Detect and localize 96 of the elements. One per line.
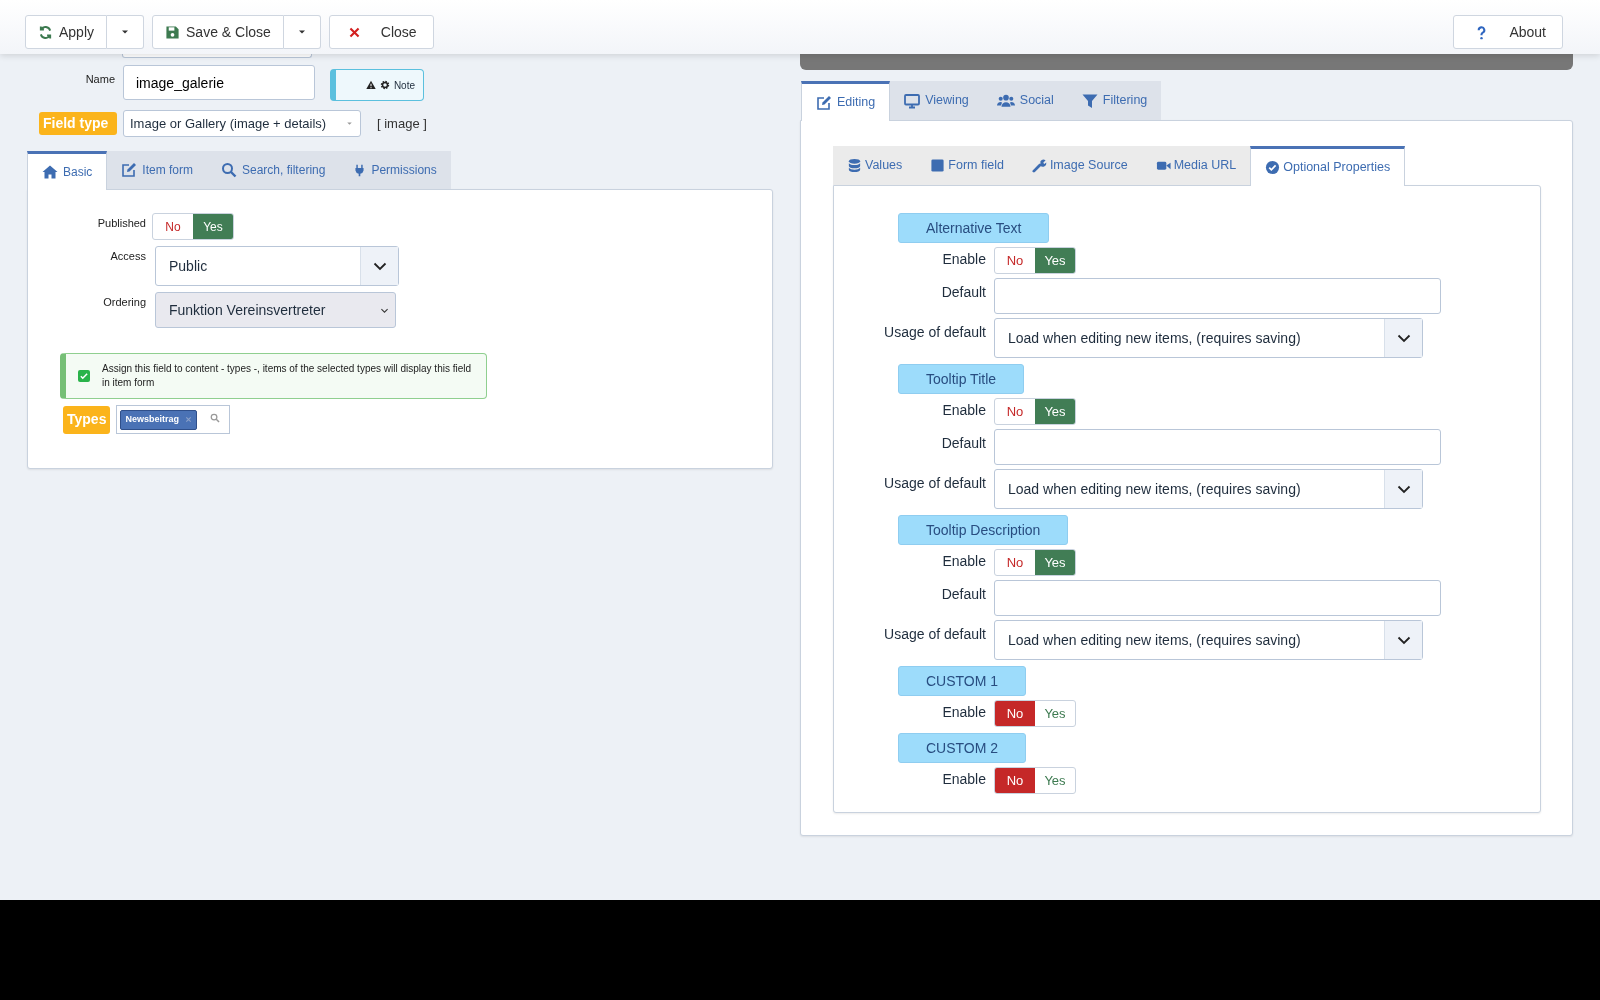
toggle-option[interactable]: No xyxy=(995,399,1035,424)
types-label: Types xyxy=(63,405,111,434)
field-type-label: Field type xyxy=(39,112,117,135)
dropdown-toggle[interactable] xyxy=(107,15,145,49)
toggle-switch[interactable]: No Yes xyxy=(994,549,1076,576)
field-label: Usage of default xyxy=(883,474,987,493)
usage-select[interactable]: Load when editing new items, (requires saving) xyxy=(994,620,1423,660)
check-circle-icon xyxy=(1265,160,1281,175)
home-icon xyxy=(42,164,58,180)
toggle-switch[interactable]: No Yes xyxy=(152,213,234,240)
save-close-button[interactable]: Save & Close xyxy=(152,15,284,49)
field-label: Default xyxy=(940,585,987,604)
toggle-option[interactable]: Yes xyxy=(193,214,233,239)
tab[interactable]: Media URL xyxy=(1141,146,1251,185)
types-field[interactable]: Newsbeitrag xyxy=(116,405,231,434)
caret-icon xyxy=(345,119,354,128)
field-label: Enable xyxy=(941,401,987,420)
field-type-select[interactable]: Image or Gallery (image + details) xyxy=(123,110,361,137)
ordering-select[interactable]: Funktion Vereinsvertreter xyxy=(155,292,396,328)
field-label: Name xyxy=(84,72,115,87)
filter-icon xyxy=(1081,92,1098,109)
tag[interactable]: Newsbeitrag xyxy=(120,410,197,430)
field-label: Enable xyxy=(941,552,987,571)
toggle-option[interactable]: No xyxy=(995,701,1035,726)
section-header: Tooltip Title xyxy=(898,364,1025,394)
usage-select[interactable]: Load when editing new items, (requires saving) xyxy=(994,469,1423,509)
toggle-switch[interactable]: No Yes xyxy=(994,247,1076,274)
close-icon xyxy=(347,25,361,39)
tab[interactable]: Item form xyxy=(107,151,207,189)
refresh-icon xyxy=(38,24,53,40)
tab[interactable]: Filtering xyxy=(1067,81,1162,120)
section-header: CUSTOM 2 xyxy=(898,733,1027,763)
tab[interactable]: Basic xyxy=(27,151,108,190)
field-label: Enable xyxy=(941,770,987,789)
default-field[interactable] xyxy=(994,580,1441,616)
tab[interactable]: Image Source xyxy=(1017,146,1142,185)
field-label: Enable xyxy=(941,703,987,722)
tab[interactable]: Permissions xyxy=(339,151,451,189)
toggle-switch[interactable]: No Yes xyxy=(994,700,1076,727)
monitor-icon xyxy=(904,92,921,109)
name-field[interactable]: image_galerie xyxy=(123,65,315,100)
toggle-option[interactable]: Yes xyxy=(1035,550,1075,575)
apply-button[interactable]: Apply xyxy=(25,15,108,49)
toggle-option[interactable]: Yes xyxy=(1035,399,1075,424)
section-header: Alternative Text xyxy=(898,213,1050,243)
access-select[interactable]: Public xyxy=(155,246,399,286)
field-label: Access xyxy=(109,249,146,264)
tab[interactable]: Viewing xyxy=(890,81,983,120)
field-label: Usage of default xyxy=(883,625,987,644)
search-icon xyxy=(221,162,237,178)
dropdown-toggle[interactable] xyxy=(283,15,321,49)
usage-select[interactable]: Load when editing new items, (requires saving) xyxy=(994,318,1423,358)
close-button[interactable]: Close xyxy=(328,15,434,49)
checkbox[interactable] xyxy=(78,370,90,382)
field-label: Ordering xyxy=(102,295,146,310)
search-icon xyxy=(210,413,221,423)
field-label: Published xyxy=(96,216,146,231)
section-header: CUSTOM 1 xyxy=(898,666,1027,696)
warning-icon xyxy=(365,80,376,90)
default-field[interactable] xyxy=(994,278,1441,314)
tag-label: Newsbeitrag xyxy=(125,413,179,426)
tab[interactable]: Values xyxy=(833,146,917,185)
about-button[interactable]: About xyxy=(1453,15,1563,49)
field-label: Default xyxy=(940,434,987,453)
toggle-option[interactable]: Yes xyxy=(1035,701,1075,726)
input-field[interactable] xyxy=(122,54,312,58)
field-label: Usage of default xyxy=(883,323,987,342)
toggle-option[interactable]: No xyxy=(995,550,1035,575)
assign-text: Assign this field to content - types -, items of the selected types will display this field in item form xyxy=(102,361,473,390)
tab[interactable]: Optional Properties xyxy=(1250,146,1406,186)
pencil-square-icon xyxy=(816,94,832,111)
toggle-option[interactable]: No xyxy=(995,768,1035,793)
wrench-icon xyxy=(1031,158,1047,173)
field-label: Default xyxy=(940,283,987,302)
check-mark-icon xyxy=(79,371,89,381)
default-field[interactable] xyxy=(994,429,1441,465)
toggle-option[interactable]: Yes xyxy=(1035,248,1075,273)
toggle-option[interactable]: No xyxy=(995,248,1035,273)
tab[interactable]: Form field xyxy=(916,146,1018,185)
plug-icon xyxy=(353,163,367,177)
tab[interactable]: Search, filtering xyxy=(207,151,340,189)
pencil-square-icon xyxy=(121,162,138,178)
database-icon xyxy=(847,158,862,173)
tab[interactable]: Editing xyxy=(801,81,891,121)
toggle-switch[interactable]: No Yes xyxy=(994,767,1076,794)
note-label: Note xyxy=(393,78,415,93)
square-icon xyxy=(930,158,946,173)
tab[interactable]: Social xyxy=(982,81,1068,120)
toggle-option[interactable]: Yes xyxy=(1035,768,1075,793)
gear-icon xyxy=(379,80,390,90)
toggle-switch[interactable]: No Yes xyxy=(994,398,1076,425)
field-label: Enable xyxy=(941,250,987,269)
section-header: Tooltip Description xyxy=(898,515,1069,545)
close-icon xyxy=(184,416,192,424)
toggle-option[interactable]: No xyxy=(153,214,193,239)
type-code: [ image ] xyxy=(377,114,427,133)
